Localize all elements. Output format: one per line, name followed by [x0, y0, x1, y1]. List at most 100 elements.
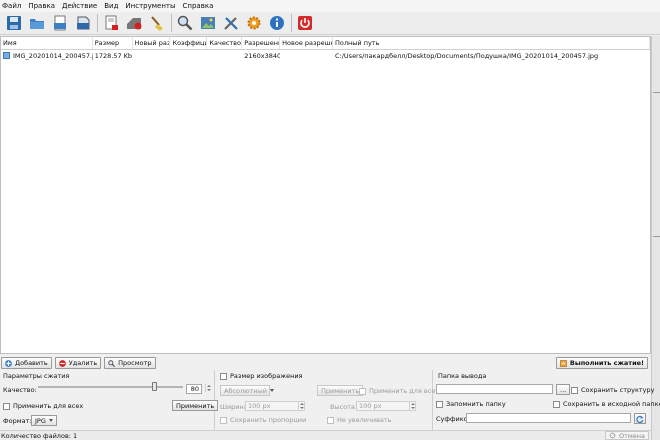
resize-title-label: Размер изображения — [230, 372, 303, 380]
column-full-path[interactable]: Полный путь — [333, 37, 650, 49]
quality-value-field[interactable]: 80 — [186, 384, 202, 394]
cell-full-path: C:/Users/пакардбелл/Desktop/Documents/По… — [335, 51, 599, 60]
remove-all-icon[interactable] — [124, 13, 144, 33]
file-count-status: Количество файлов: 1 — [1, 432, 78, 440]
search-icon[interactable] — [175, 13, 195, 33]
column-new-size[interactable]: Новый раз — [133, 37, 171, 49]
preview-image-icon[interactable] — [198, 13, 218, 33]
keep-structure[interactable]: Сохранить структуру — [571, 386, 655, 394]
resize-mode-select[interactable]: Абсолютный — [220, 385, 275, 396]
table-row[interactable]: IMG_20201014_200457.jpg 1728.57 Kb 2160x… — [1, 50, 650, 61]
cell-name: IMG_20201014_200457.jpg — [1, 52, 93, 60]
save-in-source-label: Сохранить в исходной папке — [563, 400, 660, 408]
tools-icon[interactable] — [221, 13, 241, 33]
clear-icon[interactable] — [147, 13, 167, 33]
toolbar — [0, 12, 660, 35]
compression-title: Параметры сжатия — [3, 372, 70, 380]
column-resolution[interactable]: Разрешени — [242, 37, 281, 49]
add-icon — [5, 359, 12, 367]
menu-edit[interactable]: Правка — [28, 2, 55, 10]
column-new-resolution[interactable]: Новое разрешен — [280, 37, 333, 49]
cancel-button-label: Отмена — [618, 431, 645, 440]
keep-ratio-checkbox[interactable] — [220, 416, 227, 424]
column-name[interactable]: Имя — [1, 37, 93, 49]
quality-spinner[interactable] — [203, 384, 211, 394]
no-enlarge[interactable]: Не увеличивать — [327, 416, 392, 424]
save-icon[interactable] — [4, 13, 24, 33]
width-field[interactable]: 100 px — [245, 401, 305, 411]
remove-file-icon[interactable] — [101, 13, 121, 33]
resize-checkbox[interactable] — [220, 372, 227, 380]
format-select[interactable]: JPG — [31, 415, 57, 426]
no-entry-icon — [58, 359, 66, 367]
open-file-icon[interactable] — [50, 13, 70, 33]
resize-mode-value: Абсолютный — [224, 386, 268, 395]
chevron-down-icon — [48, 419, 53, 422]
info-icon[interactable] — [267, 13, 287, 33]
column-quality[interactable]: Качество — [207, 37, 243, 49]
cell-size: 1728.57 Kb — [94, 51, 133, 60]
width-value: 100 px — [248, 402, 271, 410]
menu-view[interactable]: Вид — [104, 2, 118, 10]
height-label: Высота: — [330, 403, 358, 411]
browse-button[interactable]: ... — [556, 384, 571, 395]
image-file-icon — [3, 52, 10, 59]
cancel-button[interactable]: Отмена — [604, 431, 649, 440]
resize-apply-all-checkbox[interactable] — [359, 387, 366, 395]
column-ratio[interactable]: Коэффици — [170, 37, 208, 49]
cell-resolution: 2160x3840 — [244, 51, 281, 60]
preview-button-label: Просмотр — [118, 359, 152, 367]
no-enlarge-checkbox[interactable] — [327, 416, 334, 424]
compress-button[interactable]: Выполнить сжатие! — [555, 357, 648, 369]
quality-slider-thumb[interactable] — [151, 382, 157, 391]
output-panel: Папка вывода ... Сохранить структуру Зап… — [435, 370, 660, 430]
apply-all-checkbox[interactable] — [3, 402, 10, 410]
remember-folder-checkbox[interactable] — [436, 400, 443, 408]
remove-button[interactable]: Удалить — [54, 357, 102, 369]
add-button-label: Добавить — [15, 359, 48, 367]
column-size[interactable]: Размер — [93, 37, 133, 49]
file-list[interactable]: Имя Размер Новый раз Коэффици Качество Р… — [0, 36, 651, 354]
save-as-icon[interactable] — [73, 13, 93, 33]
status-bar: Количество файлов: 1 Отмена — [0, 430, 651, 440]
open-folder-icon[interactable] — [27, 13, 47, 33]
remember-folder[interactable]: Запомнить папку — [436, 400, 506, 408]
suffix-label: Суффикс: — [436, 415, 470, 423]
quality-slider[interactable] — [38, 382, 183, 391]
add-button[interactable]: Добавить — [1, 357, 52, 369]
action-bar: Добавить Удалить Просмотр Выполнить сжат… — [0, 356, 651, 370]
height-field[interactable]: 100 px — [356, 401, 416, 411]
chevron-down-icon — [270, 389, 275, 392]
toolbar-separator — [171, 14, 172, 32]
height-value: 100 px — [359, 402, 382, 410]
refresh-icon — [636, 415, 644, 423]
keep-ratio[interactable]: Сохранить пропорции — [220, 416, 306, 424]
apply-all-compression[interactable]: Применить для всех — [3, 402, 83, 410]
output-path-field[interactable] — [436, 384, 553, 394]
menu-bar: Файл Правка Действие Вид Инструменты Спр… — [0, 0, 660, 12]
power-icon[interactable] — [295, 13, 315, 33]
menu-tools[interactable]: Инструменты — [125, 2, 175, 10]
remove-button-label: Удалить — [68, 359, 98, 367]
apply-compression-button[interactable]: Применить — [172, 400, 219, 411]
toolbar-separator — [97, 14, 98, 32]
preview-button[interactable]: Просмотр — [104, 357, 156, 369]
resize-apply-all[interactable]: Применить для всех — [359, 387, 439, 395]
keep-structure-checkbox[interactable] — [571, 386, 578, 394]
apply-all-label: Применить для всех — [13, 402, 84, 410]
format-label: Формат: — [3, 417, 32, 425]
menu-action[interactable]: Действие — [62, 2, 97, 10]
no-enlarge-label: Не увеличивать — [337, 416, 392, 424]
menu-file[interactable]: Файл — [2, 2, 21, 10]
save-in-source[interactable]: Сохранить в исходной папке — [553, 400, 660, 408]
compress-icon — [560, 359, 567, 367]
suffix-apply-button[interactable] — [634, 413, 646, 424]
resize-apply-button[interactable]: Применить — [317, 385, 364, 396]
save-in-source-checkbox[interactable] — [553, 400, 560, 408]
settings-gear-icon[interactable] — [244, 13, 264, 33]
menu-help[interactable]: Справка — [183, 2, 214, 10]
toolbar-separator — [291, 14, 292, 32]
resize-title[interactable]: Размер изображения — [220, 372, 302, 380]
settings-panels: Параметры сжатия Качество: 80 Применить … — [0, 370, 660, 430]
suffix-field[interactable] — [466, 413, 631, 423]
